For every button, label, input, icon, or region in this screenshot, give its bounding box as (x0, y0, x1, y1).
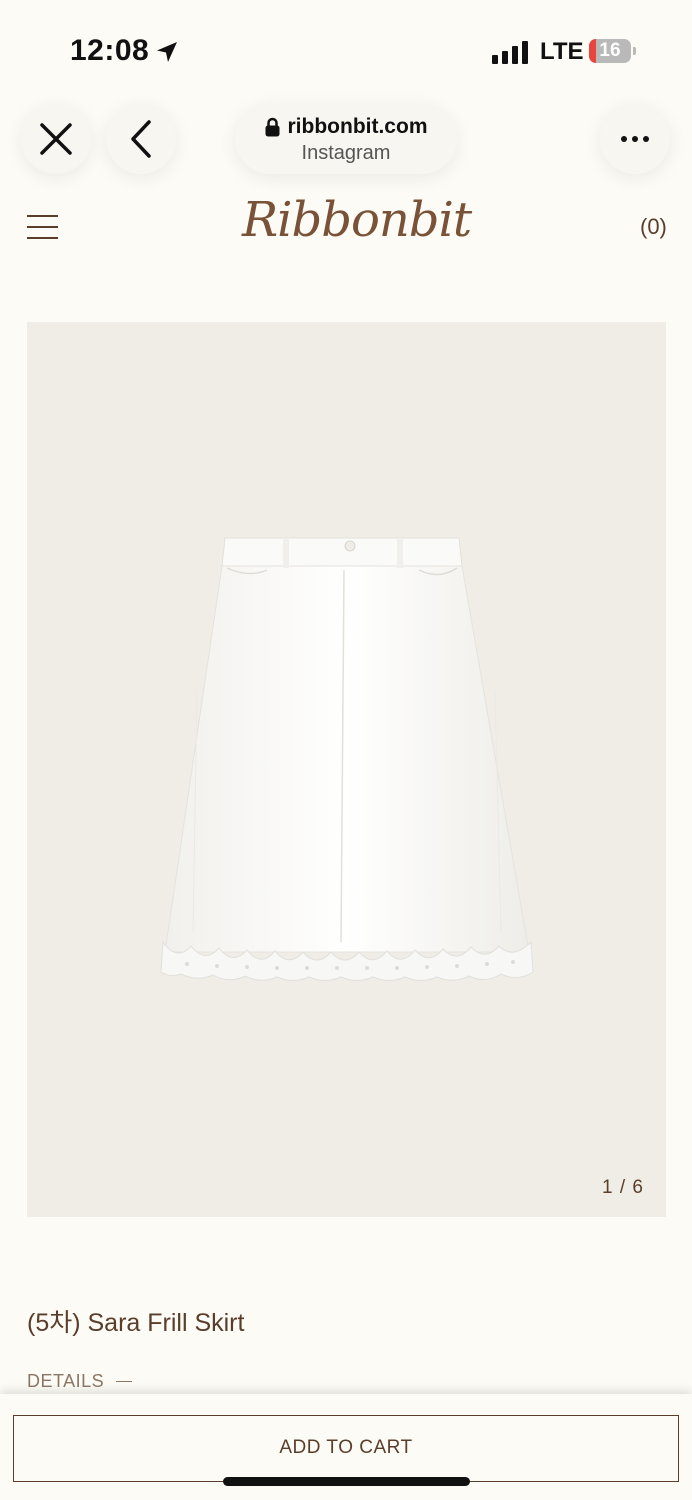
url-source: Instagram (301, 142, 391, 164)
hamburger-menu-icon[interactable] (27, 215, 59, 241)
skirt-image (160, 537, 534, 981)
status-time: 12:08 (70, 34, 150, 67)
back-chevron-icon (131, 120, 151, 158)
status-bar: 12:08 LTE 16 (0, 0, 692, 100)
collapse-dash-icon (116, 1380, 133, 1383)
url-domain: ribbonbit.com (287, 115, 428, 138)
home-indicator[interactable] (223, 1477, 470, 1486)
battery-icon: 16 (589, 39, 631, 63)
details-toggle[interactable]: DETAILS (27, 1371, 133, 1392)
image-pager: 1 / 6 (602, 1177, 644, 1198)
product-image[interactable]: 1 / 6 (27, 322, 666, 1217)
location-arrow-icon (157, 42, 177, 62)
lock-icon (265, 117, 279, 137)
signal-bars-icon (492, 40, 528, 64)
network-type: LTE (540, 38, 584, 65)
battery-tip (633, 47, 636, 55)
site-logo[interactable]: Ribbonbit (242, 192, 472, 248)
more-button[interactable] (600, 104, 670, 174)
bottom-action-bar: ADD TO CART (0, 1394, 692, 1500)
add-to-cart-button[interactable]: ADD TO CART (13, 1415, 679, 1482)
back-button[interactable] (106, 104, 176, 174)
details-label: DETAILS (27, 1371, 105, 1391)
more-icon (621, 136, 649, 142)
address-bar[interactable]: ribbonbit.com Instagram (235, 104, 457, 174)
close-button[interactable] (21, 104, 91, 174)
battery-level: 16 (599, 40, 621, 61)
product-title: (5차) Sara Frill Skirt (27, 1309, 245, 1337)
close-icon (40, 123, 72, 155)
cart-count[interactable]: (0) (640, 214, 667, 240)
